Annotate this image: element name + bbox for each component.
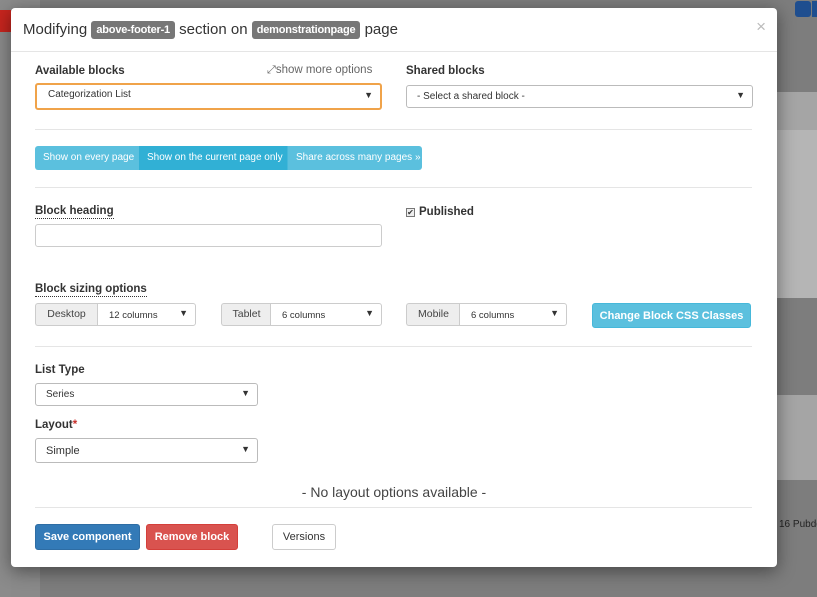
show-more-options-link[interactable]: ⤢show more options — [267, 64, 372, 77]
tablet-columns-value: 6 columns — [282, 310, 326, 321]
layout-label-text: Layout — [35, 419, 73, 431]
title-middle: section on — [179, 21, 248, 38]
desktop-addon: Desktop — [35, 303, 97, 326]
available-blocks-select[interactable]: Categorization List ▼ — [35, 83, 382, 110]
published-checkbox[interactable]: ✔ — [406, 208, 415, 217]
expand-icon: ⤢ — [267, 64, 276, 76]
no-layout-options-text: - No layout options available - — [301, 484, 487, 500]
layout-label: Layout* — [35, 419, 77, 431]
layout-value: Simple — [46, 445, 80, 457]
chevron-down-icon: ▼ — [550, 308, 559, 318]
divider — [35, 346, 752, 347]
available-blocks-value: Categorization List — [48, 89, 131, 100]
list-type-label: List Type — [35, 364, 85, 376]
divider — [35, 187, 752, 188]
modify-block-modal: Modifying above-footer-1 section on demo… — [11, 8, 777, 567]
shared-blocks-value: - Select a shared block - — [417, 91, 525, 102]
block-heading-label: Block heading — [35, 205, 114, 219]
tab-show-current-page[interactable]: Show on the current page only — [139, 146, 287, 170]
show-more-options-label: show more options — [275, 64, 373, 76]
remove-block-button[interactable]: Remove block — [146, 524, 238, 550]
background-logo-fragment — [0, 10, 11, 32]
available-blocks-label: Available blocks — [35, 65, 125, 77]
versions-button[interactable]: Versions — [272, 524, 336, 550]
close-icon[interactable]: × — [756, 17, 766, 37]
list-type-select[interactable]: Series ▼ — [35, 383, 258, 406]
page-name-label: demonstrationpage — [251, 21, 361, 39]
shared-blocks-label: Shared blocks — [406, 65, 485, 77]
chevron-down-icon: ▼ — [241, 388, 250, 398]
rss-icon — [795, 1, 811, 17]
background-row — [777, 92, 817, 130]
background-row — [777, 395, 817, 480]
modal-title: Modifying above-footer-1 section on demo… — [23, 21, 398, 39]
title-prefix: Modifying — [23, 21, 88, 38]
chevron-down-icon: ▼ — [179, 308, 188, 318]
list-type-value: Series — [46, 389, 75, 400]
required-mark: * — [72, 419, 78, 431]
modal-header: Modifying above-footer-1 section on demo… — [11, 8, 777, 52]
tab-share-many-pages[interactable]: Share across many pages » — [287, 146, 422, 170]
mobile-columns-value: 6 columns — [471, 310, 515, 321]
chevron-down-icon: ▼ — [241, 444, 250, 454]
chevron-down-icon: ▼ — [364, 90, 373, 100]
published-label: Published — [419, 206, 474, 218]
mobile-addon: Mobile — [406, 303, 460, 326]
layout-select[interactable]: Simple ▼ — [35, 438, 258, 463]
divider — [35, 507, 752, 508]
tab-show-every-page[interactable]: Show on every page — [35, 146, 139, 170]
change-css-classes-button[interactable]: Change Block CSS Classes — [592, 303, 751, 328]
sizing-options-label-text: Block sizing options — [35, 283, 147, 297]
save-component-button[interactable]: Save component — [35, 524, 140, 550]
sizing-options-label: Block sizing options — [35, 283, 147, 297]
block-heading-label-text: Block heading — [35, 205, 114, 219]
social-icon — [812, 1, 817, 17]
divider — [35, 129, 752, 130]
desktop-columns-value: 12 columns — [109, 310, 158, 321]
background-footer-text: 16 Pubdo — [779, 519, 817, 530]
background-page-left — [0, 0, 11, 597]
tablet-addon: Tablet — [221, 303, 271, 326]
tablet-columns-select[interactable]: 6 columns ▼ — [270, 303, 382, 326]
shared-blocks-select[interactable]: - Select a shared block - ▼ — [406, 85, 753, 108]
desktop-columns-select[interactable]: 12 columns ▼ — [97, 303, 196, 326]
section-name-label: above-footer-1 — [91, 21, 175, 39]
title-suffix: page — [364, 21, 398, 38]
mobile-columns-select[interactable]: 6 columns ▼ — [459, 303, 567, 326]
block-heading-input[interactable] — [35, 224, 382, 247]
chevron-down-icon: ▼ — [365, 308, 374, 318]
background-row — [777, 130, 817, 298]
chevron-down-icon: ▼ — [736, 90, 745, 100]
